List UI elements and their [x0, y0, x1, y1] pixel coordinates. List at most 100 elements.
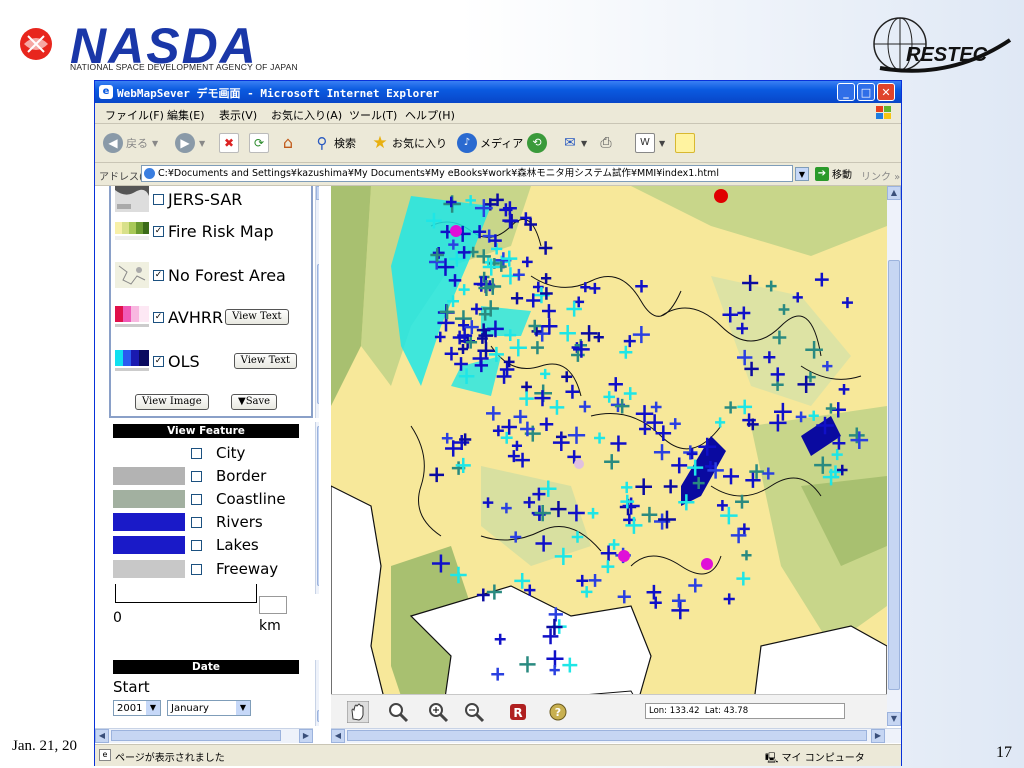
search-label: 検索 [334, 137, 356, 150]
address-input[interactable]: C:¥Documents and Settings¥kazushima¥My D… [141, 165, 793, 182]
favorites-button[interactable]: ★ お気に入り [371, 132, 447, 154]
back-arrow-icon: ◀ [103, 133, 123, 153]
feature-city: City [113, 442, 313, 464]
scrollbar-thumb[interactable] [111, 730, 281, 741]
go-button[interactable]: ➔ 移動 [815, 166, 852, 181]
map-view[interactable] [331, 186, 887, 726]
jers-sar-checkbox[interactable] [153, 193, 164, 205]
lat-label: Lat: [704, 706, 722, 716]
city-checkbox[interactable] [191, 447, 202, 459]
month-value: January [171, 703, 209, 714]
rivers-checkbox[interactable] [191, 516, 202, 528]
ie-icon: e [99, 85, 113, 99]
scrollbar-thumb[interactable] [317, 426, 319, 586]
layer-panel: JERS-SAR ✓ Fire Risk Map ✓ No Forest Are… [109, 186, 313, 418]
menu-help[interactable]: ヘルプ(H) [405, 107, 455, 123]
home-button[interactable]: ⌂ [279, 132, 297, 154]
mail-button[interactable]: ✉ ▼ [561, 132, 587, 154]
close-button[interactable]: ✕ [877, 83, 895, 101]
scroll-left-icon[interactable]: ◀ [331, 729, 345, 743]
back-button[interactable]: ◀ 戻る ▼ [103, 132, 158, 154]
scroll-left-icon[interactable]: ◀ [95, 729, 109, 743]
scroll-down-icon[interactable]: ▼ [887, 712, 901, 726]
map-toolbar: R ? Lon: 133.42 Lat: 43.78 [331, 694, 887, 729]
maximize-button[interactable]: □ [857, 83, 875, 101]
layer-label: AVHRR [168, 307, 224, 327]
menu-tools[interactable]: ツール(T) [349, 107, 397, 123]
feature-scrollbar[interactable] [315, 422, 319, 594]
freeway-checkbox[interactable] [191, 563, 202, 575]
pan-hand-icon[interactable] [347, 701, 369, 723]
sar-thumbnail-icon [115, 186, 149, 212]
scrollbar-thumb[interactable] [317, 264, 319, 404]
border-checkbox[interactable] [191, 470, 202, 482]
ols-view-text-button[interactable]: View Text [233, 353, 298, 369]
stop-button[interactable]: ✖ [219, 132, 239, 154]
month-select[interactable]: January ▼ [167, 700, 251, 716]
mail-dropdown-icon: ▼ [581, 138, 588, 148]
print-button[interactable]: ⎙ [597, 132, 615, 154]
magenta-marker[interactable] [450, 225, 462, 237]
minimize-button[interactable]: _ [837, 83, 855, 101]
scroll-right-icon[interactable]: ▶ [871, 729, 885, 743]
refresh-button[interactable]: ⟳ [249, 132, 269, 154]
links-button[interactable]: リンク » [861, 168, 900, 183]
save-button[interactable]: ▼Save [231, 394, 278, 410]
zoom-in-icon[interactable] [427, 701, 449, 723]
reset-icon[interactable]: R [507, 701, 529, 723]
scrollbar-thumb[interactable] [888, 260, 900, 690]
avhrr-view-text-button[interactable]: View Text [225, 309, 289, 325]
menu-edit[interactable]: 編集(E) [167, 107, 205, 123]
address-dropdown-icon[interactable]: ▼ [795, 167, 809, 181]
magenta-marker[interactable] [701, 558, 713, 570]
feature-label: Lakes [216, 536, 259, 554]
favorites-star-icon: ★ [372, 133, 388, 153]
menu-favorites[interactable]: お気に入り(A) [271, 107, 342, 123]
forward-button[interactable]: ▶ ▼ [175, 132, 205, 154]
map-vertical-scrollbar[interactable]: ▲ ▼ [887, 186, 901, 726]
magnifier-icon[interactable] [387, 701, 409, 723]
discuss-button[interactable] [675, 132, 695, 154]
avhrr-checkbox[interactable]: ✓ [153, 311, 164, 323]
red-marker[interactable] [714, 189, 728, 203]
coastline-checkbox[interactable] [191, 493, 202, 505]
scroll-up-icon[interactable]: ▲ [316, 186, 319, 200]
history-button[interactable]: ⟲ [527, 132, 547, 154]
scrollbar-thumb[interactable] [317, 710, 319, 722]
menu-view[interactable]: 表示(V) [219, 107, 257, 123]
control-frame: JERS-SAR ✓ Fire Risk Map ✓ No Forest Are… [109, 186, 319, 726]
pink-marker[interactable] [574, 459, 584, 469]
view-image-button[interactable]: View Image [135, 394, 209, 410]
feature-border: Border [113, 465, 313, 487]
magenta-marker[interactable] [618, 550, 630, 562]
media-button[interactable]: ♪ メディア [457, 132, 523, 154]
help-icon[interactable]: ? [547, 701, 569, 723]
menu-file[interactable]: ファイル(F) [105, 107, 164, 123]
year-value: 2001 [117, 703, 143, 714]
windows-flag-icon [876, 106, 891, 119]
left-horizontal-scrollbar[interactable]: ◀ ▶ [95, 728, 313, 743]
year-select[interactable]: 2001 ▼ [113, 700, 161, 716]
lakes-checkbox[interactable] [191, 539, 202, 551]
status-bar: e ページが表示されました 🖳 マイ コンピュータ [95, 744, 901, 766]
fire-map[interactable] [331, 186, 887, 726]
go-arrow-icon: ➔ [815, 166, 829, 181]
scale-input[interactable] [259, 596, 287, 614]
date-scrollbar[interactable] [315, 660, 319, 726]
scroll-up-icon[interactable]: ▲ [887, 186, 901, 200]
map-horizontal-scrollbar[interactable]: ◀ ▶ [331, 728, 901, 743]
search-button[interactable]: ⚲ 検索 [313, 132, 357, 154]
layer-panel-scrollbar[interactable]: ▲ [315, 186, 319, 418]
fire-risk-checkbox[interactable]: ✓ [153, 225, 164, 237]
scroll-right-icon[interactable]: ▶ [299, 729, 313, 743]
no-forest-checkbox[interactable]: ✓ [153, 269, 164, 281]
title-bar[interactable]: e WebMapSever デモ画面 - Microsoft Internet … [95, 81, 901, 103]
edit-button[interactable]: W ▼ [635, 132, 665, 154]
svg-text:?: ? [555, 706, 561, 719]
scrollbar-thumb[interactable] [347, 730, 867, 741]
chevron-down-icon: ▼ [146, 701, 160, 715]
status-text: ページが表示されました [115, 753, 225, 764]
layer-label: No Forest Area [168, 265, 286, 285]
zoom-out-icon[interactable] [463, 701, 485, 723]
ols-checkbox[interactable]: ✓ [153, 355, 164, 367]
